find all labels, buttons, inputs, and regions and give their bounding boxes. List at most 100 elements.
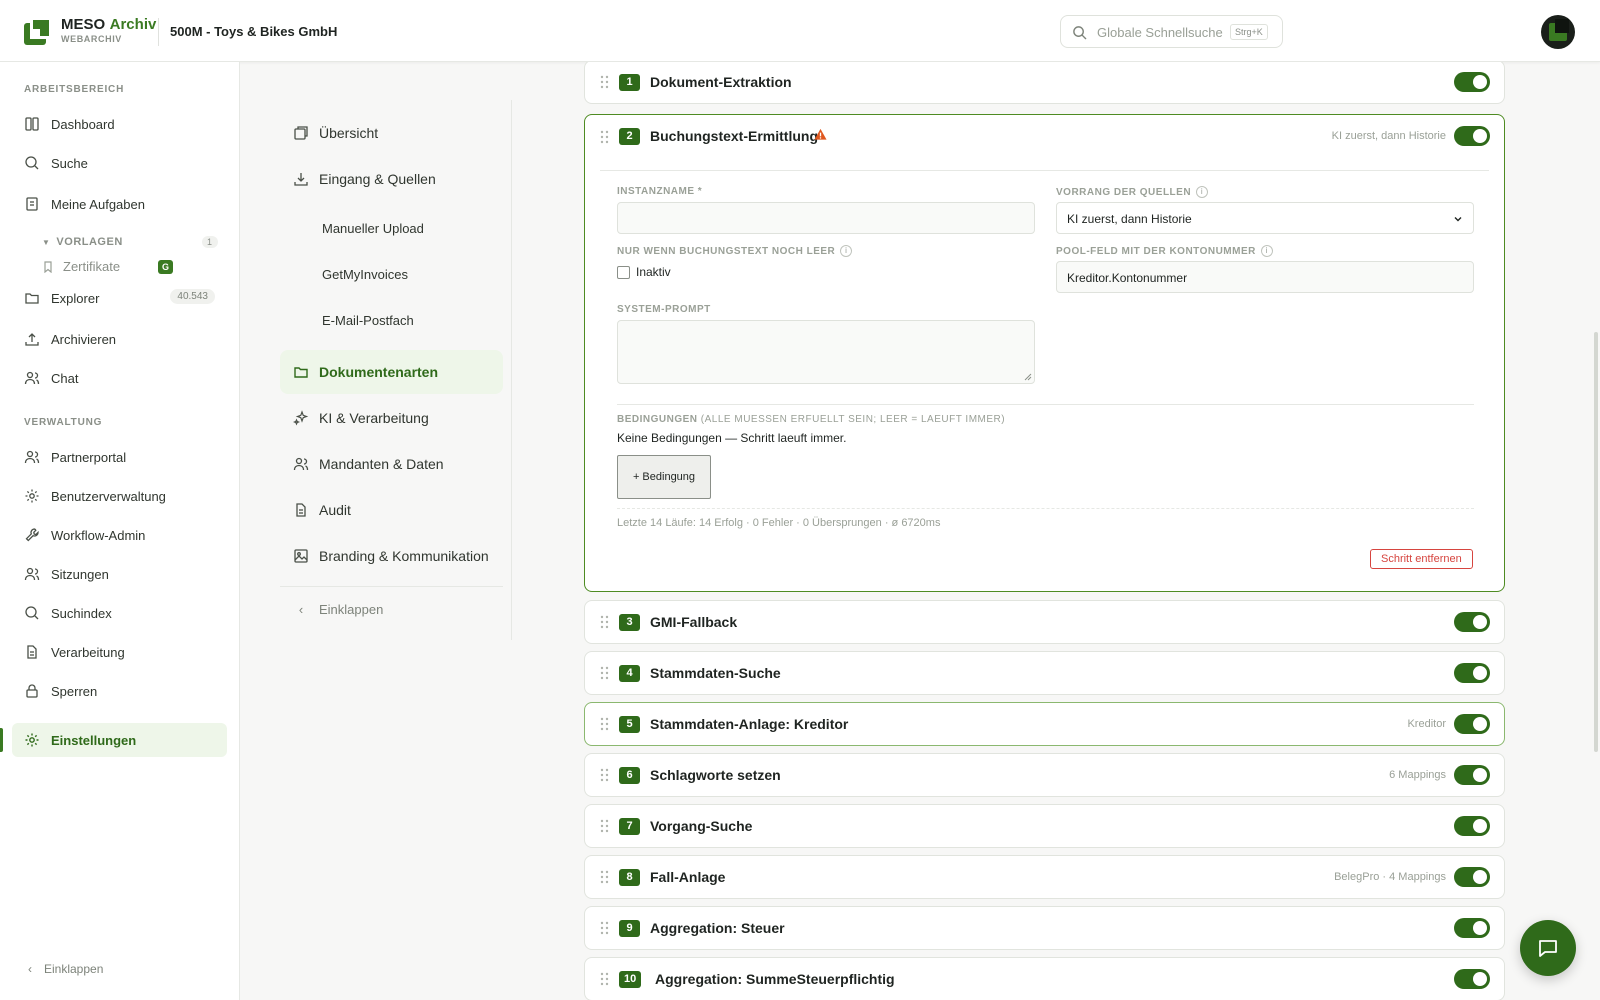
step-toggle[interactable] <box>1454 72 1490 92</box>
warning-icon <box>814 128 827 140</box>
field-label: VORRANG DER QUELLEN i <box>1056 186 1209 198</box>
step-toggle[interactable] <box>1454 969 1490 989</box>
drag-handle-icon[interactable] <box>600 768 609 782</box>
search-icon <box>25 606 39 620</box>
step-number: 1 <box>619 74 640 91</box>
drag-handle-icon[interactable] <box>600 75 609 89</box>
sidebar-item-label: Chat <box>51 370 79 386</box>
download-icon <box>294 173 308 186</box>
drag-handle-icon[interactable] <box>600 666 609 680</box>
subnav-branding[interactable]: Branding & Kommunikation <box>280 534 503 578</box>
sidebar-item-label: Workflow-Admin <box>51 527 146 543</box>
info-icon[interactable]: i <box>840 245 853 257</box>
step-card[interactable]: 7 Vorgang-Suche <box>584 804 1505 848</box>
scrollbar[interactable] <box>1592 62 1600 1000</box>
subnav-mailbox[interactable]: E-Mail-Postfach <box>280 298 503 342</box>
drag-handle-icon[interactable] <box>600 130 609 144</box>
subnav-tenants[interactable]: Mandanten & Daten <box>280 442 503 486</box>
sidebar-item-search[interactable]: Suche <box>12 146 227 180</box>
subnav-collapse[interactable]: ‹ Einklappen <box>280 587 503 631</box>
info-icon[interactable]: i <box>1196 186 1209 198</box>
sidebar-item-archive[interactable]: Archivieren <box>12 322 227 356</box>
step-toggle[interactable] <box>1454 918 1490 938</box>
subnav-audit[interactable]: Audit <box>280 488 503 532</box>
instance-name-input[interactable] <box>617 202 1035 234</box>
subnav-ai[interactable]: KI & Verarbeitung <box>280 396 503 440</box>
subnav-inputs[interactable]: Eingang & Quellen <box>280 157 503 201</box>
drag-handle-icon[interactable] <box>600 921 609 935</box>
step-card[interactable]: 8 Fall-Anlage BelegPro · 4 Mappings <box>584 855 1505 899</box>
sidebar-item-explorer[interactable]: Explorer 40.543 <box>12 281 227 315</box>
scrollbar-thumb[interactable] <box>1594 332 1598 752</box>
step-number: 8 <box>619 869 640 886</box>
drag-handle-icon[interactable] <box>600 717 609 731</box>
step-number: 5 <box>619 716 640 733</box>
checkbox[interactable] <box>617 265 630 279</box>
step-title: Aggregation: Steuer <box>650 920 785 936</box>
brand[interactable]: MESO Archiv WEBARCHIV <box>61 17 156 44</box>
step-toggle[interactable] <box>1454 867 1490 887</box>
step-meta: Kreditor <box>1407 718 1446 730</box>
sidebar-item-workflow[interactable]: Workflow-Admin <box>12 518 227 552</box>
step-card[interactable]: 3 GMI-Fallback <box>584 600 1505 644</box>
drag-handle-icon[interactable] <box>600 819 609 833</box>
step-toggle[interactable] <box>1454 612 1490 632</box>
drag-handle-icon[interactable] <box>600 870 609 884</box>
priority-value: KI zuerst, dann Historie <box>1067 212 1192 226</box>
avatar[interactable] <box>1541 15 1575 49</box>
templates-header[interactable]: ▼ VORLAGEN 1 <box>42 236 218 248</box>
subnav-overview[interactable]: Übersicht <box>280 111 503 155</box>
sidebar-item-processing[interactable]: Verarbeitung <box>12 635 227 669</box>
drag-handle-icon[interactable] <box>600 615 609 629</box>
step-card[interactable]: 1 Dokument-Extraktion <box>584 62 1505 104</box>
chat-fab-button[interactable] <box>1520 920 1576 976</box>
info-icon[interactable]: i <box>1260 245 1273 257</box>
subnav-getmyinvoices[interactable]: GetMyInvoices <box>280 252 503 296</box>
step-card[interactable]: 5 Stammdaten-Anlage: Kreditor Kreditor <box>584 702 1505 746</box>
divider <box>158 18 159 46</box>
step-toggle[interactable] <box>1454 765 1490 785</box>
resize-handle-icon[interactable] <box>1024 373 1032 381</box>
pool-field-input[interactable]: Kreditor.Kontonummer <box>1056 261 1474 293</box>
sidebar-item-sessions[interactable]: Sitzungen <box>12 557 227 591</box>
remove-step-button[interactable]: Schritt entfernen <box>1370 549 1473 569</box>
sidebar-item-settings[interactable]: Einstellungen <box>12 723 227 757</box>
sidebar-item-label: Sperren <box>51 683 98 699</box>
sidebar-item-chat[interactable]: Chat <box>12 361 227 395</box>
logo-mark[interactable] <box>24 17 52 45</box>
step-number: 3 <box>619 614 640 631</box>
subnav-doctypes[interactable]: Dokumentenarten <box>280 350 503 394</box>
drag-handle-icon[interactable] <box>600 972 609 986</box>
step-title: Buchungstext-Ermittlung <box>650 128 818 144</box>
sidebar-item-locks[interactable]: Sperren <box>12 674 227 708</box>
step-card[interactable]: 4 Stammdaten-Suche <box>584 651 1505 695</box>
subnav-upload[interactable]: Manueller Upload <box>280 206 503 250</box>
step-card[interactable]: 6 Schlagworte setzen 6 Mappings <box>584 753 1505 797</box>
window-icon <box>294 126 308 140</box>
only-if-empty-checkbox[interactable]: Inaktiv <box>617 265 671 279</box>
global-search[interactable]: Globale Schnellsuche Strg+K <box>1060 15 1283 48</box>
subnav-label: Branding & Kommunikation <box>319 548 489 564</box>
priority-select[interactable]: KI zuerst, dann Historie <box>1056 202 1474 234</box>
sidebar-item-tasks[interactable]: Meine Aufgaben <box>12 187 227 221</box>
sidebar-item-index[interactable]: Suchindex <box>12 596 227 630</box>
system-prompt-textarea[interactable] <box>617 320 1035 384</box>
step-toggle[interactable] <box>1454 663 1490 683</box>
wrench-icon <box>25 528 39 542</box>
step-toggle[interactable] <box>1454 126 1490 146</box>
tenant-name[interactable]: 500M - Toys & Bikes GmbH <box>170 24 337 39</box>
sidebar-collapse[interactable]: ‹ Einklappen <box>28 962 103 976</box>
step-toggle[interactable] <box>1454 816 1490 836</box>
sidebar-item-users[interactable]: Benutzerverwaltung <box>12 479 227 513</box>
step-number: 7 <box>619 818 640 835</box>
sidebar-item-dashboard[interactable]: Dashboard <box>12 107 227 141</box>
step-toggle[interactable] <box>1454 714 1490 734</box>
step-card[interactable]: 9 Aggregation: Steuer <box>584 906 1505 950</box>
step-card[interactable]: 10 Aggregation: SummeSteuerpflichtig <box>584 957 1505 1000</box>
sidebar-item-partner[interactable]: Partnerportal <box>12 440 227 474</box>
add-condition-button[interactable]: + Bedingung <box>617 455 711 499</box>
step-number: 2 <box>619 128 640 145</box>
sidebar-item-label: Suche <box>51 155 88 171</box>
sidebar-item-certificates[interactable]: Zertifikate <box>42 259 120 274</box>
subnav-label: Audit <box>319 502 351 518</box>
